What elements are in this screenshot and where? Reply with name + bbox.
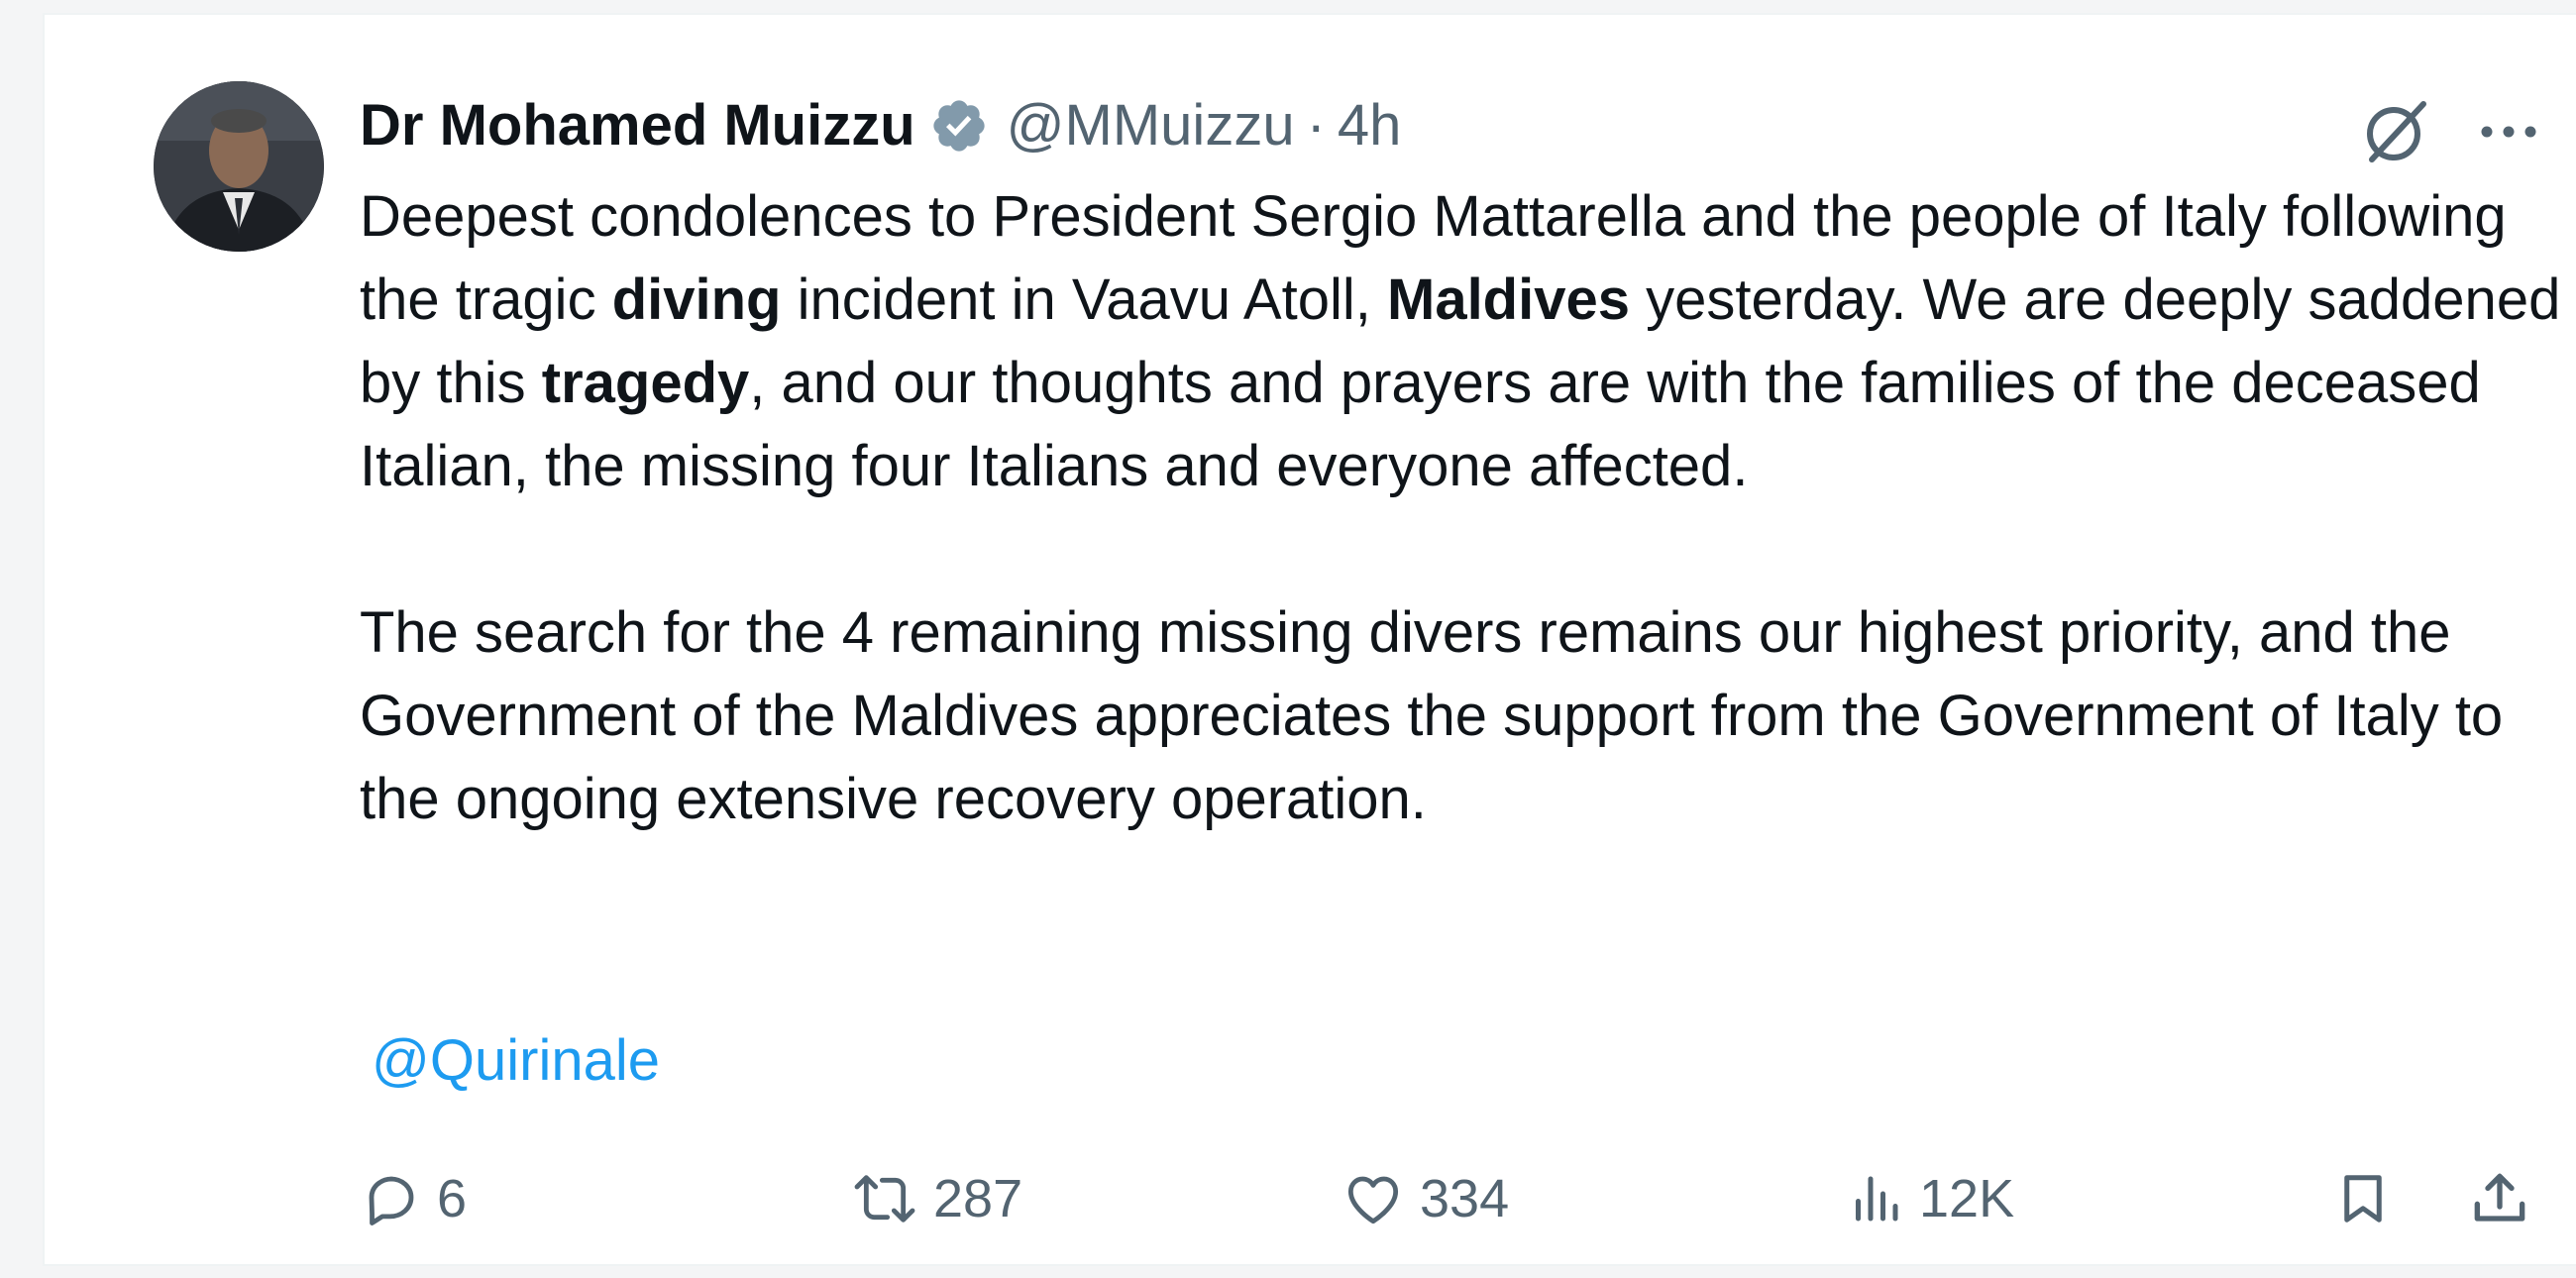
more-options-icon[interactable] bbox=[2474, 104, 2543, 160]
bold-word-maldives: Maldives bbox=[1387, 267, 1630, 332]
separator-dot: · bbox=[1306, 93, 1326, 158]
repost-icon bbox=[854, 1175, 915, 1223]
tweet-paragraph-2: The search for the 4 remaining missing d… bbox=[360, 600, 2504, 831]
avatar[interactable] bbox=[154, 81, 324, 252]
tweet-paragraph-1: Deepest condolences to President Sergio … bbox=[360, 184, 2561, 498]
display-name[interactable]: Dr Mohamed Muizzu bbox=[360, 86, 915, 165]
like-button[interactable]: 334 bbox=[1341, 1154, 1509, 1243]
reply-button[interactable]: 6 bbox=[360, 1154, 467, 1243]
handle[interactable]: @MMuizzu bbox=[1007, 86, 1295, 165]
grok-icon[interactable] bbox=[2358, 94, 2433, 169]
verified-badge-icon bbox=[929, 96, 989, 156]
views-count: 12K bbox=[1919, 1169, 2015, 1228]
repost-button[interactable]: 287 bbox=[850, 1154, 1022, 1243]
reply-icon bbox=[369, 1176, 414, 1225]
like-count: 334 bbox=[1420, 1169, 1510, 1228]
timestamp[interactable]: 4h bbox=[1338, 86, 1402, 165]
bold-word-tragedy: tragedy bbox=[541, 351, 750, 415]
heart-icon bbox=[1347, 1176, 1399, 1225]
reply-count: 6 bbox=[437, 1169, 468, 1228]
tweet-card[interactable]: Dr Mohamed Muizzu @MMuizzu · 4h Deepest … bbox=[43, 13, 2576, 1266]
tweet-header: Dr Mohamed Muizzu @MMuizzu · 4h bbox=[360, 86, 1401, 165]
bookmark-icon bbox=[2344, 1175, 2382, 1223]
bookmark-button[interactable] bbox=[2333, 1154, 2393, 1243]
bold-word-diving: diving bbox=[611, 267, 782, 332]
share-icon bbox=[2474, 1173, 2525, 1222]
views-button[interactable]: 12K bbox=[1846, 1154, 2014, 1243]
tweet-text: Deepest condolences to President Sergio … bbox=[360, 175, 2576, 841]
repost-count: 287 bbox=[933, 1169, 1023, 1228]
share-button[interactable] bbox=[2468, 1154, 2531, 1243]
analytics-icon bbox=[1856, 1176, 1898, 1222]
tweet-actions: 6 287 334 12K bbox=[360, 1154, 2549, 1243]
mention-link[interactable]: @Quirinale bbox=[372, 1019, 660, 1103]
